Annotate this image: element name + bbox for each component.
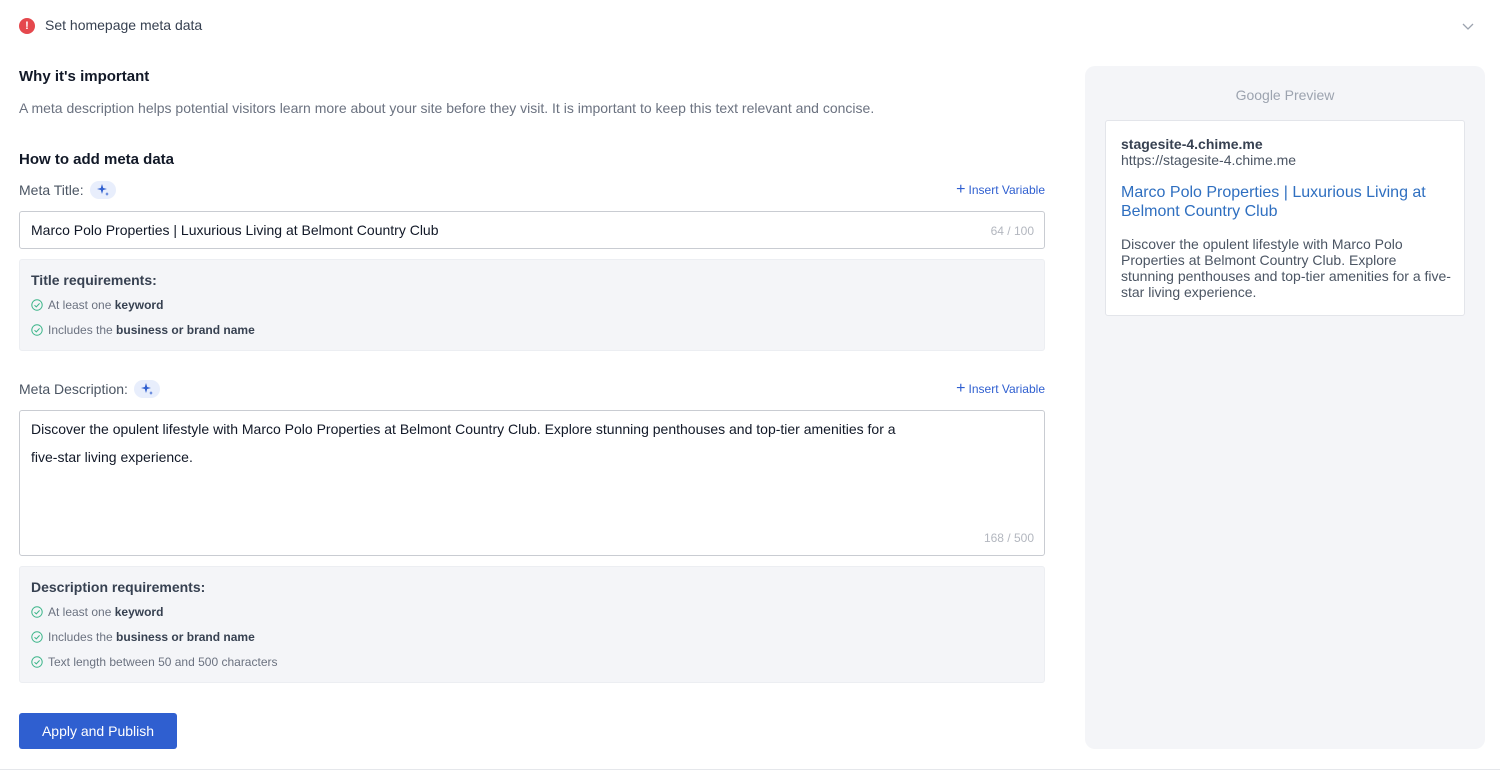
chevron-down-icon[interactable]	[1460, 18, 1476, 34]
insert-variable-label: Insert Variable	[968, 382, 1045, 396]
sparkle-icon[interactable]	[89, 181, 116, 199]
description-requirements: Description requirements: At least one k…	[19, 566, 1045, 683]
check-circle-icon	[31, 631, 43, 643]
meta-title-value[interactable]: Marco Polo Properties | Luxurious Living…	[31, 222, 439, 238]
meta-description-counter: 168 / 500	[983, 531, 1034, 545]
check-circle-icon	[31, 606, 43, 618]
requirement-prefix: At least one	[48, 605, 115, 619]
requirement-item: Includes the business or brand name	[31, 323, 255, 337]
google-preview-card: stagesite-4.chime.me https://stagesite-4…	[1105, 120, 1465, 316]
requirement-keyword: business or brand name	[116, 323, 255, 337]
meta-title-input[interactable]: Marco Polo Properties | Luxurious Living…	[19, 211, 1045, 249]
preview-description: Discover the opulent lifestyle with Marc…	[1121, 236, 1451, 300]
requirement-prefix: At least one	[48, 298, 115, 312]
meta-description-insert-variable[interactable]: + Insert Variable	[956, 380, 1045, 397]
plus-icon: +	[956, 181, 966, 198]
check-circle-icon	[31, 656, 43, 668]
requirement-keyword: business or brand name	[116, 630, 255, 644]
requirement-item: At least one keyword	[31, 605, 163, 619]
how-to-heading: How to add meta data	[19, 151, 175, 168]
meta-title-counter: 64 / 100	[990, 224, 1034, 238]
section-header[interactable]: ! Set homepage meta data	[0, 0, 1500, 52]
check-circle-icon	[31, 299, 43, 311]
requirement-prefix: Includes the	[48, 323, 117, 337]
requirement-prefix: Includes the	[48, 630, 117, 644]
meta-description-line-2[interactable]: five-star living experience.	[31, 449, 193, 465]
meta-title-label-text: Meta Title:	[19, 182, 84, 198]
google-preview-heading: Google Preview	[1235, 87, 1335, 103]
description-requirements-heading: Description requirements:	[31, 579, 206, 595]
meta-description-label: Meta Description:	[19, 380, 160, 398]
apply-and-publish-button[interactable]: Apply and Publish	[19, 713, 177, 749]
why-important-text: A meta description helps potential visit…	[19, 100, 875, 116]
section-title: Set homepage meta data	[45, 17, 203, 33]
sparkle-icon[interactable]	[133, 380, 160, 398]
meta-description-textarea[interactable]: Discover the opulent lifestyle with Marc…	[19, 410, 1045, 556]
requirement-item: At least one keyword	[31, 298, 163, 312]
preview-domain: stagesite-4.chime.me	[1121, 136, 1263, 152]
meta-description-line-1[interactable]: Discover the opulent lifestyle with Marc…	[31, 421, 896, 437]
requirement-prefix: Text length between 50 and 500 character…	[48, 655, 278, 669]
why-important-heading: Why it's important	[19, 68, 150, 85]
preview-title: Marco Polo Properties | Luxurious Living…	[1121, 184, 1426, 220]
requirement-item: Text length between 50 and 500 character…	[31, 655, 278, 669]
requirement-item: Includes the business or brand name	[31, 630, 255, 644]
title-requirements: Title requirements: At least one keyword…	[19, 259, 1045, 351]
check-circle-icon	[31, 324, 43, 336]
divider	[0, 769, 1500, 770]
google-preview-panel: Google Preview stagesite-4.chime.me http…	[1085, 66, 1485, 749]
requirement-keyword: keyword	[114, 605, 164, 619]
alert-icon: !	[19, 18, 35, 34]
requirement-keyword: keyword	[114, 298, 164, 312]
insert-variable-label: Insert Variable	[968, 183, 1045, 197]
meta-title-label: Meta Title:	[19, 181, 116, 199]
title-requirements-heading: Title requirements:	[31, 272, 157, 288]
preview-url: https://stagesite-4.chime.me	[1121, 152, 1297, 168]
meta-title-insert-variable[interactable]: + Insert Variable	[956, 181, 1045, 198]
meta-description-label-text: Meta Description:	[19, 381, 128, 397]
plus-icon: +	[956, 380, 966, 397]
